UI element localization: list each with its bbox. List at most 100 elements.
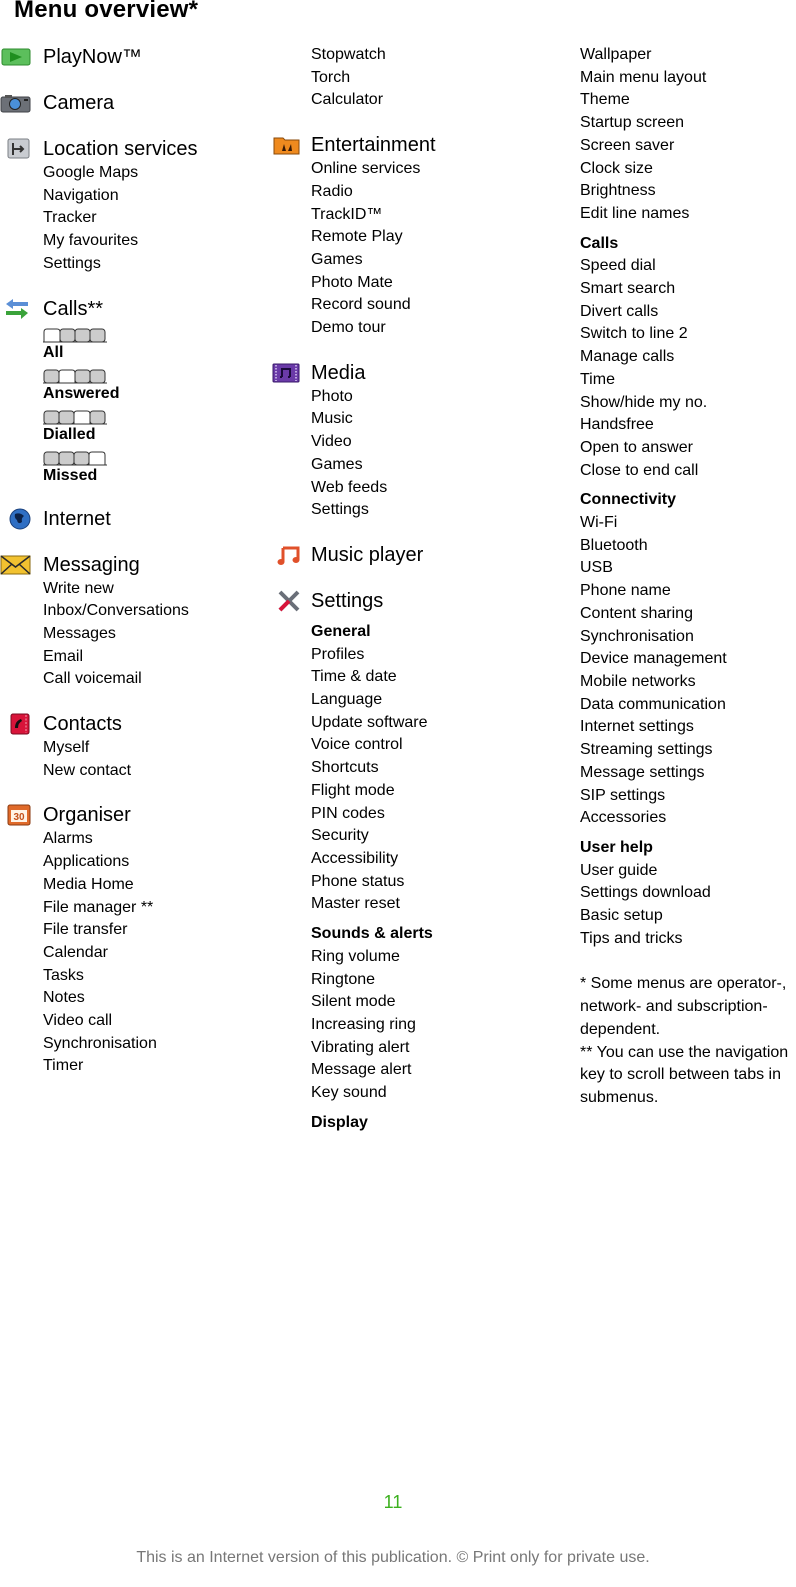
submenu-item[interactable]: Tasks: [43, 965, 265, 988]
submenu-item[interactable]: Time & date: [311, 666, 552, 689]
submenu-item[interactable]: Language: [311, 689, 552, 712]
submenu-item[interactable]: Speed dial: [580, 255, 796, 278]
submenu-item[interactable]: Content sharing: [580, 603, 796, 626]
submenu-item[interactable]: Mobile networks: [580, 671, 796, 694]
menu-entertainment[interactable]: Entertainment Online services Radio Trac…: [272, 132, 552, 340]
submenu-item[interactable]: Edit line names: [580, 203, 796, 226]
submenu-item[interactable]: Startup screen: [580, 112, 796, 135]
submenu-item[interactable]: Write new: [43, 578, 265, 601]
submenu-item[interactable]: SIP settings: [580, 785, 796, 808]
submenu-item[interactable]: Synchronisation: [43, 1033, 265, 1056]
submenu-item[interactable]: Silent mode: [311, 991, 552, 1014]
submenu-item[interactable]: Calendar: [43, 942, 265, 965]
submenu-item[interactable]: My favourites: [43, 230, 265, 253]
submenu-item[interactable]: User guide: [580, 860, 796, 883]
submenu-item[interactable]: File transfer: [43, 919, 265, 942]
submenu-item[interactable]: Master reset: [311, 893, 552, 916]
submenu-item[interactable]: Main menu layout: [580, 67, 796, 90]
settings-tab-calls[interactable]: Calls: [580, 233, 796, 256]
menu-settings[interactable]: Settings General Profiles Time & date La…: [272, 588, 552, 1134]
submenu-item[interactable]: Divert calls: [580, 301, 796, 324]
submenu-item[interactable]: Bluetooth: [580, 535, 796, 558]
submenu-item[interactable]: Games: [311, 249, 552, 272]
submenu-item[interactable]: Online services: [311, 158, 552, 181]
submenu-item[interactable]: Web feeds: [311, 477, 552, 500]
submenu-item[interactable]: Smart search: [580, 278, 796, 301]
submenu-item[interactable]: Basic setup: [580, 905, 796, 928]
submenu-item[interactable]: Accessories: [580, 807, 796, 830]
submenu-item[interactable]: Torch: [311, 67, 552, 90]
submenu-item[interactable]: Theme: [580, 89, 796, 112]
menu-media[interactable]: Media Photo Music Video Games Web feeds …: [272, 360, 552, 522]
submenu-item[interactable]: Phone status: [311, 871, 552, 894]
submenu-item[interactable]: Flight mode: [311, 780, 552, 803]
submenu-item[interactable]: Calculator: [311, 89, 552, 112]
submenu-item[interactable]: Close to end call: [580, 460, 796, 483]
submenu-item[interactable]: Accessibility: [311, 848, 552, 871]
submenu-item[interactable]: Email: [43, 646, 265, 669]
submenu-item[interactable]: Photo: [311, 386, 552, 409]
submenu-item[interactable]: Shortcuts: [311, 757, 552, 780]
submenu-item[interactable]: Myself: [43, 737, 265, 760]
submenu-item[interactable]: Wi-Fi: [580, 512, 796, 535]
submenu-item[interactable]: Screen saver: [580, 135, 796, 158]
submenu-item[interactable]: Record sound: [311, 294, 552, 317]
submenu-item[interactable]: Streaming settings: [580, 739, 796, 762]
menu-organiser[interactable]: 30 Organiser Alarms Applications Media H…: [0, 802, 265, 1078]
submenu-item[interactable]: Phone name: [580, 580, 796, 603]
submenu-item[interactable]: Update software: [311, 712, 552, 735]
submenu-item[interactable]: Google Maps: [43, 162, 265, 185]
submenu-item[interactable]: Notes: [43, 987, 265, 1010]
submenu-item[interactable]: Navigation: [43, 185, 265, 208]
submenu-item[interactable]: Voice control: [311, 734, 552, 757]
calls-tab-dialled[interactable]: Dialled: [43, 425, 265, 445]
calls-tab-answered[interactable]: Answered: [43, 384, 265, 404]
submenu-item[interactable]: Video: [311, 431, 552, 454]
submenu-item[interactable]: Media Home: [43, 874, 265, 897]
settings-tab-sounds-alerts[interactable]: Sounds & alerts: [311, 923, 552, 946]
submenu-item[interactable]: Timer: [43, 1055, 265, 1078]
submenu-item[interactable]: Ring volume: [311, 946, 552, 969]
submenu-item[interactable]: Inbox/Conversations: [43, 600, 265, 623]
submenu-item[interactable]: Applications: [43, 851, 265, 874]
submenu-item[interactable]: Message settings: [580, 762, 796, 785]
submenu-item[interactable]: Photo Mate: [311, 272, 552, 295]
menu-playnow[interactable]: PlayNow™: [0, 44, 265, 70]
calls-tab-all[interactable]: All: [43, 343, 265, 363]
menu-internet[interactable]: Internet: [0, 506, 265, 532]
submenu-item[interactable]: Settings download: [580, 882, 796, 905]
submenu-item[interactable]: Video call: [43, 1010, 265, 1033]
submenu-item[interactable]: Clock size: [580, 158, 796, 181]
menu-camera[interactable]: Camera: [0, 90, 265, 116]
submenu-item[interactable]: Radio: [311, 181, 552, 204]
submenu-item[interactable]: Manage calls: [580, 346, 796, 369]
submenu-item[interactable]: Settings: [311, 499, 552, 522]
menu-location-services[interactable]: Location services Google Maps Navigation…: [0, 136, 265, 276]
submenu-item[interactable]: Tips and tricks: [580, 928, 796, 951]
submenu-item[interactable]: Show/hide my no.: [580, 392, 796, 415]
submenu-item[interactable]: Key sound: [311, 1082, 552, 1105]
submenu-item[interactable]: Brightness: [580, 180, 796, 203]
submenu-item[interactable]: Stopwatch: [311, 44, 552, 67]
submenu-item[interactable]: Remote Play: [311, 226, 552, 249]
submenu-item[interactable]: Data communication: [580, 694, 796, 717]
submenu-item[interactable]: Increasing ring: [311, 1014, 552, 1037]
settings-tab-user-help[interactable]: User help: [580, 837, 796, 860]
submenu-item[interactable]: Handsfree: [580, 414, 796, 437]
submenu-item[interactable]: Settings: [43, 253, 265, 276]
submenu-item[interactable]: Call voicemail: [43, 668, 265, 691]
settings-tab-connectivity[interactable]: Connectivity: [580, 489, 796, 512]
submenu-item[interactable]: Synchronisation: [580, 626, 796, 649]
submenu-item[interactable]: Games: [311, 454, 552, 477]
submenu-item[interactable]: Open to answer: [580, 437, 796, 460]
submenu-item[interactable]: Music: [311, 408, 552, 431]
submenu-item[interactable]: Demo tour: [311, 317, 552, 340]
menu-messaging[interactable]: Messaging Write new Inbox/Conversations …: [0, 552, 265, 692]
menu-music-player[interactable]: Music player: [272, 542, 552, 568]
submenu-item[interactable]: Wallpaper: [580, 44, 796, 67]
submenu-item[interactable]: Time: [580, 369, 796, 392]
submenu-item[interactable]: Messages: [43, 623, 265, 646]
submenu-item[interactable]: PIN codes: [311, 803, 552, 826]
submenu-item[interactable]: Vibrating alert: [311, 1037, 552, 1060]
submenu-item[interactable]: Profiles: [311, 644, 552, 667]
